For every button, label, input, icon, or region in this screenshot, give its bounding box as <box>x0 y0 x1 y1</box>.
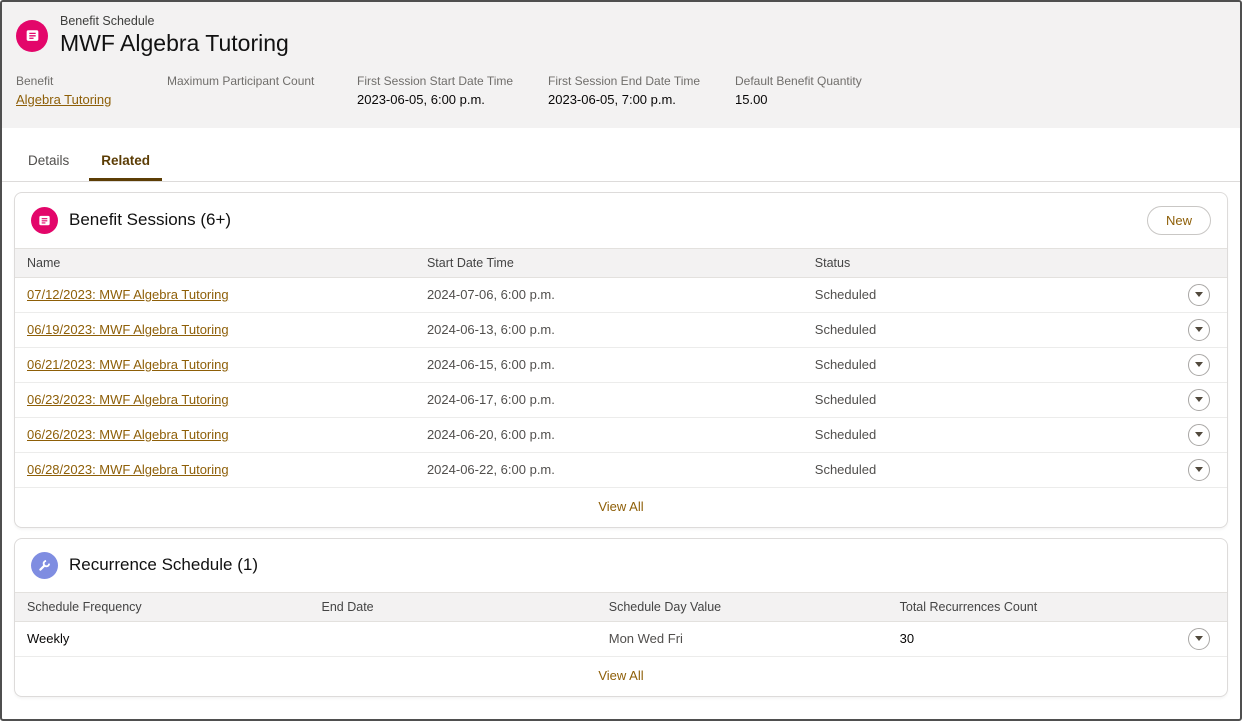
field-label-first-session-end: First Session End Date Time <box>548 73 701 88</box>
recurrence-day-value: Mon Wed Fri <box>608 631 683 647</box>
recurrence-frequency: Weekly <box>27 631 70 647</box>
column-header-name: Name <box>27 255 61 270</box>
benefit-schedule-record-page: Benefit Schedule MWF Algebra Tutoring Be… <box>0 0 1242 721</box>
benefit-sessions-table-header: Name Start Date Time Status <box>15 247 1227 278</box>
table-row: Weekly Mon Wed Fri 30 <box>15 622 1227 657</box>
session-start: 2024-06-22, 6:00 p.m. <box>426 462 555 478</box>
row-actions-button[interactable] <box>1188 458 1210 481</box>
view-all-recurrence-link[interactable]: View All <box>598 668 643 683</box>
record-tabbar: Details Related <box>2 142 1240 182</box>
field-value-first-session-end: 2023-06-05, 7:00 p.m. <box>548 91 676 107</box>
column-header-end-date: End Date <box>321 599 374 614</box>
chevron-down-icon <box>1195 432 1203 438</box>
column-header-status: Status <box>814 255 851 270</box>
session-status: Scheduled <box>814 357 877 373</box>
field-value-first-session-start: 2023-06-05, 6:00 p.m. <box>357 91 485 107</box>
entity-label: Benefit Schedule <box>60 14 155 28</box>
new-benefit-session-button[interactable]: New <box>1146 205 1211 235</box>
session-start: 2024-06-17, 6:00 p.m. <box>426 392 555 408</box>
field-value-max-participant-count <box>167 92 357 108</box>
chevron-down-icon <box>1195 467 1203 473</box>
session-link[interactable]: 06/19/2023: MWF Algebra Tutoring <box>27 322 229 337</box>
row-actions-button[interactable] <box>1188 283 1210 306</box>
benefit-sessions-title: Benefit Sessions (6+) <box>69 210 232 230</box>
field-label-default-benefit-quantity: Default Benefit Quantity <box>735 73 862 88</box>
recurrence-schedule-title: Recurrence Schedule (1) <box>69 555 258 575</box>
field-label-first-session-start: First Session Start Date Time <box>357 73 514 88</box>
session-link[interactable]: 07/12/2023: MWF Algebra Tutoring <box>27 287 229 302</box>
session-link[interactable]: 06/28/2023: MWF Algebra Tutoring <box>27 462 229 477</box>
recurrence-schedule-card: Recurrence Schedule (1) Schedule Frequen… <box>14 537 1228 697</box>
session-link[interactable]: 06/21/2023: MWF Algebra Tutoring <box>27 357 229 372</box>
session-start: 2024-06-15, 6:00 p.m. <box>426 357 555 373</box>
chevron-down-icon <box>1195 636 1203 642</box>
benefit-sessions-icon <box>31 206 58 234</box>
session-link[interactable]: 06/26/2023: MWF Algebra Tutoring <box>27 427 229 442</box>
table-row: 06/28/2023: MWF Algebra Tutoring 2024-06… <box>15 453 1227 488</box>
benefit-link[interactable]: Algebra Tutoring <box>16 92 111 107</box>
table-row: 06/21/2023: MWF Algebra Tutoring 2024-06… <box>15 348 1227 383</box>
recurrence-end-date <box>310 630 597 648</box>
benefit-schedule-icon <box>16 19 48 52</box>
tab-details[interactable]: Details <box>16 142 81 181</box>
session-status: Scheduled <box>814 287 877 303</box>
session-status: Scheduled <box>814 427 877 443</box>
session-start: 2024-06-13, 6:00 p.m. <box>426 322 555 338</box>
recurrence-table-header: Schedule Frequency End Date Schedule Day… <box>15 591 1227 622</box>
table-row: 06/23/2023: MWF Algebra Tutoring 2024-06… <box>15 383 1227 418</box>
session-link[interactable]: 06/23/2023: MWF Algebra Tutoring <box>27 392 229 407</box>
chevron-down-icon <box>1195 327 1203 333</box>
column-header-start-date-time: Start Date Time <box>426 255 514 270</box>
row-actions-button[interactable] <box>1188 318 1210 341</box>
field-value-default-benefit-quantity: 15.00 <box>735 91 768 107</box>
recurrence-schedule-icon <box>31 551 58 579</box>
chevron-down-icon <box>1195 292 1203 298</box>
record-header: Benefit Schedule MWF Algebra Tutoring Be… <box>2 2 1240 128</box>
table-row: 07/12/2023: MWF Algebra Tutoring 2024-07… <box>15 278 1227 313</box>
column-header-total-recurrences-count: Total Recurrences Count <box>899 599 1038 614</box>
session-start: 2024-07-06, 6:00 p.m. <box>426 287 555 303</box>
session-start: 2024-06-20, 6:00 p.m. <box>426 427 555 443</box>
benefit-sessions-card: Benefit Sessions (6+) New Name Start Dat… <box>14 191 1228 528</box>
column-header-schedule-frequency: Schedule Frequency <box>27 599 142 614</box>
page-title: MWF Algebra Tutoring <box>60 30 289 56</box>
table-row: 06/26/2023: MWF Algebra Tutoring 2024-06… <box>15 418 1227 453</box>
row-actions-button[interactable] <box>1188 353 1210 376</box>
row-actions-button[interactable] <box>1188 388 1210 411</box>
field-label-max-participant-count: Maximum Participant Count <box>167 73 315 88</box>
session-status: Scheduled <box>814 462 877 478</box>
session-status: Scheduled <box>814 392 877 408</box>
field-label-benefit: Benefit <box>16 73 54 88</box>
chevron-down-icon <box>1195 362 1203 368</box>
row-actions-button[interactable] <box>1188 627 1210 650</box>
row-actions-button[interactable] <box>1188 423 1210 446</box>
chevron-down-icon <box>1195 397 1203 403</box>
column-header-schedule-day-value: Schedule Day Value <box>608 599 722 614</box>
recurrence-count: 30 <box>899 631 915 647</box>
table-row: 06/19/2023: MWF Algebra Tutoring 2024-06… <box>15 313 1227 348</box>
session-status: Scheduled <box>814 322 877 338</box>
tab-related[interactable]: Related <box>89 142 163 181</box>
highlights-panel: Benefit Algebra Tutoring Maximum Partici… <box>16 74 1226 108</box>
view-all-benefit-sessions-link[interactable]: View All <box>598 499 643 514</box>
